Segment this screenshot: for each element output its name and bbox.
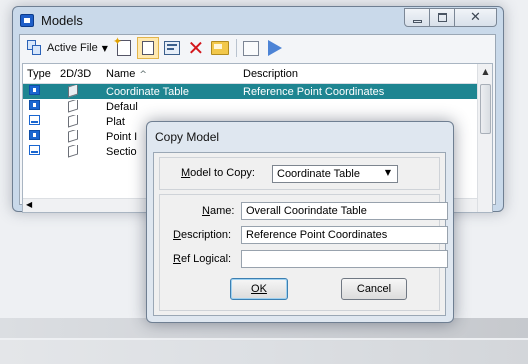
sheet-model-icon bbox=[29, 115, 40, 125]
row-type-cell bbox=[23, 115, 56, 128]
model-3d-icon bbox=[68, 114, 78, 128]
play-button[interactable] bbox=[264, 37, 286, 59]
model-files-icon bbox=[27, 40, 43, 56]
model-3d-icon bbox=[68, 129, 78, 143]
row-dimension-cell bbox=[56, 144, 102, 159]
ok-label: OK bbox=[251, 283, 267, 295]
models-titlebar[interactable]: Models ✕ bbox=[13, 7, 503, 33]
model-3d-icon bbox=[68, 99, 78, 113]
close-button[interactable]: ✕ bbox=[454, 8, 497, 27]
model-3d-icon bbox=[68, 144, 78, 158]
properties-icon bbox=[163, 41, 180, 55]
name-field[interactable]: Overall Coorindate Table bbox=[241, 202, 448, 220]
copy-model-icon bbox=[141, 41, 154, 55]
delete-icon: ✕ bbox=[187, 36, 205, 60]
model-to-copy-group: Model to Copy: Coordinate Table ▼ bbox=[159, 157, 440, 190]
row-dimension-cell bbox=[56, 114, 102, 129]
table-row[interactable]: Coordinate Table Reference Point Coordina… bbox=[23, 84, 492, 99]
row-dimension-cell bbox=[56, 129, 102, 144]
sort-ascending-icon: ^ bbox=[139, 69, 147, 80]
design-model-icon bbox=[29, 130, 40, 140]
sheet-model-icon bbox=[29, 145, 40, 155]
ref-logical-label: Ref Logical: bbox=[173, 253, 232, 265]
model-properties-button[interactable] bbox=[161, 37, 183, 59]
close-icon: ✕ bbox=[470, 10, 481, 25]
triangle-icon bbox=[267, 40, 282, 56]
vertical-scrollbar[interactable]: ▲ bbox=[477, 64, 492, 212]
import-model-button[interactable] bbox=[209, 37, 231, 59]
new-model-icon: ✦ bbox=[113, 35, 131, 56]
background-blur-band-lower bbox=[0, 340, 528, 364]
open-folder-icon bbox=[210, 41, 229, 55]
row-name-cell: Coordinate Table bbox=[106, 85, 189, 98]
dialog-title: Copy Model bbox=[155, 130, 220, 144]
caption-buttons: ✕ bbox=[404, 8, 497, 28]
column-header-name-label: Name bbox=[106, 67, 136, 80]
toolbar-separator bbox=[235, 39, 237, 57]
cancel-button[interactable]: Cancel bbox=[341, 278, 407, 300]
model-details-group: Name: Overall Coorindate Table Descripti… bbox=[159, 194, 448, 311]
table-row[interactable]: Defaul bbox=[23, 99, 492, 114]
active-file-button[interactable]: Active File ▼ bbox=[24, 37, 111, 59]
model-to-copy-label: Model to Copy: bbox=[181, 167, 255, 179]
row-type-cell bbox=[23, 85, 56, 98]
minimize-button[interactable] bbox=[404, 8, 430, 27]
sparkle-icon: ✦ bbox=[112, 35, 123, 48]
ok-button[interactable]: OK bbox=[230, 278, 288, 300]
copy-model-button[interactable] bbox=[136, 37, 159, 59]
row-type-cell bbox=[23, 130, 56, 143]
copy-model-dialog: Copy Model Model to Copy: Coordinate Tab… bbox=[146, 121, 454, 323]
model-3d-icon bbox=[68, 84, 78, 98]
frame-icon bbox=[242, 40, 259, 56]
chevron-down-icon: ▼ bbox=[101, 43, 108, 53]
description-label: Description: bbox=[173, 229, 232, 241]
maximize-button[interactable] bbox=[429, 8, 455, 27]
models-toolbar: Active File ▼ ✦ ✕ bbox=[20, 35, 495, 61]
scroll-up-icon[interactable]: ▲ bbox=[478, 67, 493, 76]
column-header-description[interactable]: Description bbox=[239, 68, 449, 80]
model-to-copy-value: Coordinate Table bbox=[277, 168, 360, 180]
row-type-cell bbox=[23, 145, 56, 158]
create-model-button[interactable]: ✦ bbox=[113, 35, 135, 59]
description-field[interactable]: Reference Point Coordinates bbox=[241, 226, 448, 244]
row-dimension-cell bbox=[56, 84, 102, 99]
column-header-type[interactable]: Type bbox=[23, 68, 56, 80]
column-header-dimension[interactable]: 2D/3D bbox=[56, 68, 102, 80]
row-name-cell: Defaul bbox=[106, 100, 138, 113]
list-header: Type 2D/3D Name ^ Description bbox=[23, 64, 492, 84]
model-to-copy-dropdown[interactable]: Coordinate Table ▼ bbox=[272, 165, 398, 183]
scroll-thumb[interactable] bbox=[480, 84, 491, 134]
design-model-icon bbox=[29, 85, 40, 95]
ref-logical-field[interactable] bbox=[241, 250, 448, 268]
active-file-label: Active File bbox=[47, 42, 98, 54]
dialog-client-area: Model to Copy: Coordinate Table ▼ Name: … bbox=[153, 152, 448, 316]
row-type-cell bbox=[23, 100, 56, 113]
column-header-name[interactable]: Name ^ bbox=[102, 68, 239, 80]
maximize-icon bbox=[438, 13, 447, 22]
frame-button[interactable] bbox=[240, 37, 262, 59]
minimize-icon bbox=[413, 20, 422, 23]
name-label: Name: bbox=[202, 205, 235, 217]
models-app-icon bbox=[20, 14, 34, 27]
scroll-left-icon[interactable]: ◀ bbox=[26, 200, 32, 209]
models-window-title: Models bbox=[41, 13, 83, 28]
row-dimension-cell bbox=[56, 99, 102, 114]
delete-model-button[interactable]: ✕ bbox=[185, 37, 207, 59]
row-description-cell: Reference Point Coordinates bbox=[243, 85, 385, 98]
design-model-icon bbox=[29, 100, 40, 110]
dropdown-arrow-icon: ▼ bbox=[384, 168, 391, 177]
model-file-front-icon bbox=[32, 45, 41, 55]
